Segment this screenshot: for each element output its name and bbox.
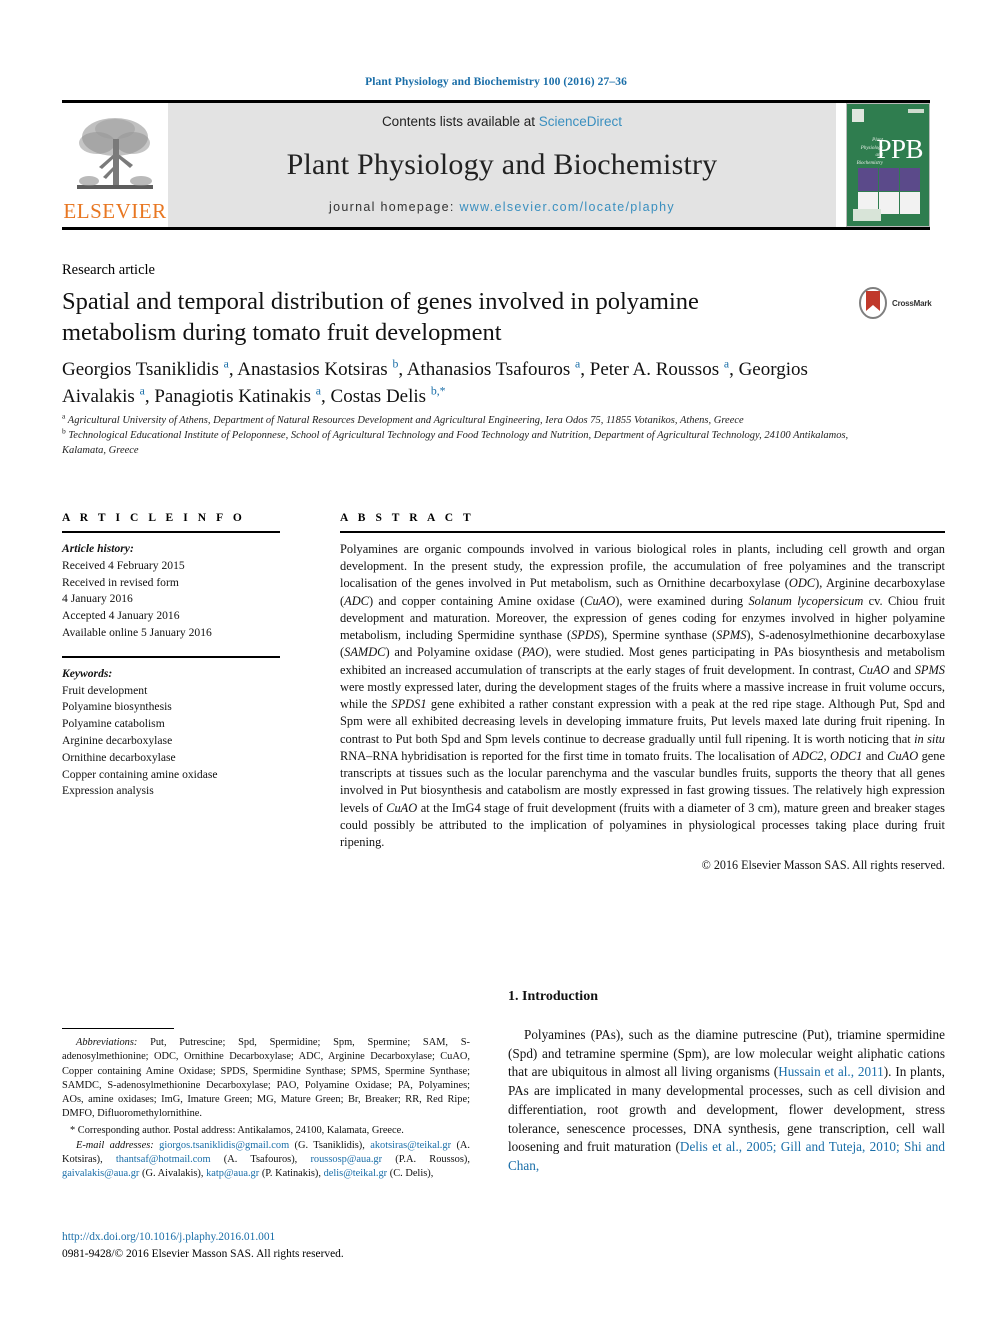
affiliation-text-a: Agricultural University of Athens, Depar… — [67, 415, 744, 426]
email-person: (P. Katinakis) — [261, 1168, 319, 1180]
journal-title: Plant Physiology and Biochemistry — [286, 147, 718, 181]
contents-list-line: Contents lists available at ScienceDirec… — [382, 114, 622, 129]
footnote-block: Abbreviations: Put, Putrescine; Spd, Spe… — [62, 1036, 470, 1182]
affiliation-text-b: Technological Educational Institute of P… — [62, 429, 849, 456]
introduction-heading: 1. Introduction — [508, 989, 598, 1004]
contents-prefix: Contents lists available at — [381, 114, 539, 129]
running-head: Plant Physiology and Biochemistry 100 (2… — [365, 76, 627, 88]
sciencedirect-link[interactable]: ScienceDirect — [539, 114, 622, 129]
elsevier-logo: ELSEVIER — [62, 103, 168, 227]
affiliation-list: a Agricultural University of Athens, Dep… — [62, 411, 862, 459]
keyword-item: Polyamine biosynthesis — [62, 700, 172, 714]
journal-banner: ELSEVIER Contents lists available at Sci… — [62, 100, 930, 230]
affiliation-marker-b: b — [62, 426, 66, 436]
cover-acronym: PPB — [876, 134, 923, 164]
affiliation-a: a Agricultural University of Athens, Dep… — [62, 411, 862, 429]
email-person: (G. Aivalakis) — [141, 1168, 201, 1180]
footnote-separator — [62, 1028, 174, 1029]
article-type-label: Research article — [62, 262, 155, 278]
introduction-paragraph: Polyamines (PAs), such as the diamine pu… — [508, 1027, 945, 1174]
abstract-rule — [340, 531, 945, 533]
cover-top-text-mark — [908, 109, 924, 113]
email-person: (C. Delis) — [389, 1168, 431, 1180]
cover-elsevier-mark-icon — [852, 109, 864, 122]
page-title: Spatial and temporal distribution of gen… — [62, 288, 699, 347]
email-link[interactable]: gaivalakis@aua.gr — [62, 1168, 139, 1179]
email-link[interactable]: roussosp@aua.gr — [310, 1154, 382, 1165]
email-link[interactable]: delis@teikal.gr — [324, 1168, 388, 1179]
banner-center: Contents lists available at ScienceDirec… — [168, 103, 836, 227]
email-link[interactable]: katp@aua.gr — [206, 1168, 259, 1179]
author-list: Georgios Tsaniklidis a, Anastasios Kotsi… — [62, 357, 808, 407]
email-person: (P.A. Roussos) — [395, 1154, 468, 1165]
keywords-block: Keywords: Fruit development Polyamine bi… — [62, 666, 280, 800]
article-info-rule — [62, 531, 280, 533]
keyword-item: Copper containing amine oxidase — [62, 767, 218, 781]
abstract-heading: A B S T R A C T — [340, 512, 475, 524]
history-item: Received in revised form — [62, 575, 179, 589]
abbreviations-text: Put, Putrescine; Spd, Spermidine; Spm, S… — [62, 1037, 470, 1120]
abstract-column: A B S T R A C T Polyamines are organic c… — [340, 512, 945, 873]
history-item: Accepted 4 January 2016 — [62, 609, 180, 623]
abbreviations-note: Abbreviations: Put, Putrescine; Spd, Spe… — [62, 1036, 470, 1122]
abstract-text: Polyamines are organic compounds involve… — [340, 542, 946, 849]
keyword-item: Arginine decarboxylase — [62, 733, 173, 747]
journal-cover-thumbnail: Plant Physiology and Biochemistry PPB — [846, 103, 930, 227]
history-item: Received 4 February 2015 — [62, 558, 185, 572]
doi-block: http://dx.doi.org/10.1016/j.plaphy.2016.… — [62, 1229, 344, 1262]
email-link[interactable]: giorgos.tsaniklidis@gmail.com — [159, 1140, 289, 1151]
email-link[interactable]: thantsaf@hotmail.com — [116, 1154, 211, 1165]
history-item: 4 January 2016 — [62, 592, 133, 606]
doi-link[interactable]: http://dx.doi.org/10.1016/j.plaphy.2016.… — [62, 1229, 344, 1246]
article-history-label: Article history: — [62, 542, 134, 555]
affiliation-marker-a: a — [62, 411, 66, 421]
affiliation-b: b Technological Educational Institute of… — [62, 426, 862, 459]
email-person: (G. Tsaniklidis) — [294, 1139, 363, 1151]
abbreviations-label: Abbreviations: — [76, 1037, 138, 1048]
keyword-item: Polyamine catabolism — [62, 717, 165, 731]
keyword-item: Fruit development — [62, 683, 148, 697]
journal-homepage-line: journal homepage: www.elsevier.com/locat… — [329, 200, 675, 214]
paper-page: Plant Physiology and Biochemistry 100 (2… — [0, 0, 992, 1323]
article-info-column: A R T I C L E I N F O Article history: R… — [62, 512, 280, 800]
email-link[interactable]: akotsiras@teikal.gr — [370, 1140, 451, 1151]
elsevier-tree-icon — [69, 109, 161, 201]
keywords-label: Keywords: — [62, 666, 113, 680]
crossmark-icon — [858, 287, 888, 319]
homepage-prefix: journal homepage: — [329, 200, 460, 214]
history-item: Available online 5 January 2016 — [62, 625, 212, 639]
issn-copyright-line: 0981-9428/© 2016 Elsevier Masson SAS. Al… — [62, 1247, 344, 1260]
email-person: (A. Tsafouros) — [223, 1154, 295, 1165]
cover-image-strip — [858, 168, 920, 191]
keywords-rule — [62, 655, 280, 658]
corresponding-author-note: * Corresponding author. Postal address: … — [70, 1124, 404, 1136]
email-addresses-label: E-mail addresses: — [76, 1139, 154, 1151]
journal-homepage-link[interactable]: www.elsevier.com/locate/plaphy — [459, 200, 674, 214]
crossmark-badge[interactable]: CrossMark — [858, 287, 942, 319]
email-addresses-note: E-mail addresses: giorgos.tsaniklidis@gm… — [62, 1139, 470, 1182]
elsevier-wordmark: ELSEVIER — [63, 199, 167, 223]
cover-society-mark-icon — [853, 209, 881, 221]
article-info-heading: A R T I C L E I N F O — [62, 512, 246, 524]
banner-bottom-rule — [62, 227, 930, 230]
article-history-block: Article history: Received 4 February 201… — [62, 541, 280, 642]
crossmark-label: CrossMark — [892, 298, 932, 308]
introduction-body: Polyamines (PAs), such as the diamine pu… — [508, 1026, 945, 1176]
keyword-item: Ornithine decarboxylase — [62, 750, 176, 764]
keyword-item: Expression analysis — [62, 784, 154, 798]
abstract-copyright: © 2016 Elsevier Masson SAS. All rights r… — [701, 858, 945, 873]
